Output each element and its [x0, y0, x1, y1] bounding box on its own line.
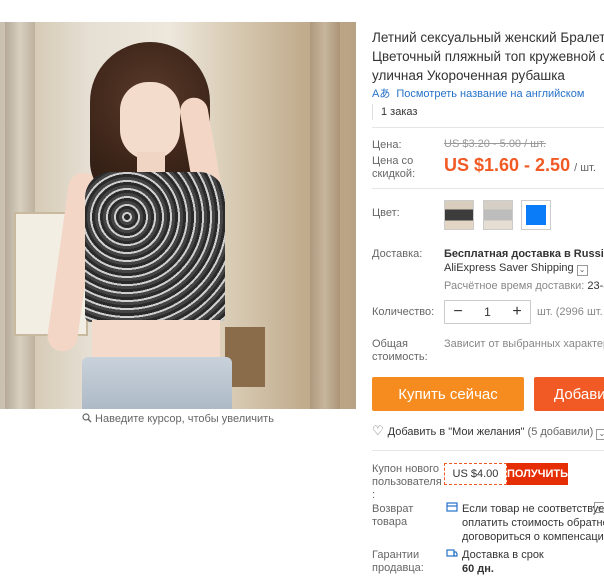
model-face	[120, 82, 180, 160]
delivery-guarantee-icon	[446, 547, 458, 562]
product-image[interactable]	[0, 22, 356, 409]
coupon-amount: US $4.00	[444, 463, 507, 485]
coupon-widget: US $4.00 ПОЛУЧИТЬ	[444, 463, 568, 485]
wishlist-label: Добавить в "Мои желания"	[387, 426, 525, 438]
guarantees-label: Гарантии продавца:	[372, 549, 424, 574]
translate-link-text: Посмотреть название на английском	[396, 88, 585, 100]
top-strip	[0, 0, 604, 6]
color-label: Цвет:	[372, 207, 400, 219]
model-jeans	[82, 357, 232, 409]
wishlist-count: (5 добавили)	[527, 426, 594, 438]
delivery-label: Доставка:	[372, 248, 423, 260]
discount-price: US $1.60 - 2.50/ шт.	[444, 155, 596, 176]
get-coupon-button[interactable]: ПОЛУЧИТЬ	[506, 463, 568, 485]
discount-price-value: US $1.60 - 2.50	[444, 155, 571, 175]
chevron-down-icon[interactable]: ⌄	[594, 502, 604, 513]
returns-label: Возврат товара	[372, 503, 414, 528]
guarantee-days: 60 дн.	[462, 563, 494, 575]
magnifier-icon	[82, 413, 92, 426]
divider	[372, 188, 604, 189]
coupon-label: Купон нового пользователя :	[372, 463, 442, 501]
product-title: Летний сексуальный женский Бралетт Цвето…	[372, 28, 604, 85]
add-to-cart-button[interactable]: Добави	[534, 377, 604, 411]
free-shipping-text: Бесплатная доставка в Russian	[444, 248, 604, 260]
price-label: Цена:	[372, 139, 402, 151]
chevron-down-icon: ⌄	[576, 265, 588, 276]
translate-icon: Aあ	[372, 88, 391, 100]
returns-line: Если товар не соответствует с	[462, 503, 604, 515]
stock-note: шт. (2996 шт.	[537, 306, 603, 318]
returns-text: Если товар не соответствует с оплатить с…	[462, 502, 604, 544]
orders-count: 1 заказ	[372, 104, 417, 120]
chevron-down-icon: ⌄	[596, 429, 604, 440]
total-label: Общая стоимость:	[372, 338, 428, 363]
quantity-input[interactable]: 1	[471, 305, 504, 319]
returns-line: оплатить стоимость обратной	[462, 517, 604, 529]
translate-link[interactable]: Aあ Посмотреть название на английском	[372, 85, 584, 101]
delivery-time-value: 23-3	[587, 280, 604, 292]
product-title-line: Цветочный пляжный топ кружевной с	[372, 49, 604, 64]
delivery-time-label: Расчётное время доставки:	[444, 280, 585, 292]
divider	[372, 450, 604, 451]
quantity-increase-button[interactable]: +	[504, 301, 530, 323]
returns-line: договориться о компенсаци	[462, 531, 604, 543]
quantity-stepper: − 1 +	[444, 300, 531, 324]
returns-icon	[446, 501, 458, 516]
divider	[372, 127, 604, 128]
total-note: Зависит от выбранных характер	[444, 338, 604, 350]
old-price: US $3.20 - 5.00 / шт.	[444, 138, 546, 150]
shipping-service-label: AliExpress Saver Shipping	[444, 262, 574, 274]
curtain-decor	[310, 22, 340, 409]
add-to-wishlist-button[interactable]: ♡ Добавить в "Мои желания" (5 добавили) ⌄	[372, 423, 604, 440]
quantity-label: Количество:	[372, 306, 435, 318]
zoom-hint: Наведите курсор, чтобы увеличить	[0, 413, 356, 426]
shipping-service-select[interactable]: AliExpress Saver Shipping ⌄	[444, 262, 588, 276]
color-swatch-black-lace[interactable]	[444, 200, 474, 230]
lace-top	[85, 172, 225, 322]
product-title-line: Летний сексуальный женский Бралетт	[372, 30, 604, 45]
delivery-time: Расчётное время доставки: 23-3	[444, 280, 604, 292]
guarantee-text: Доставка в срок 60 дн.	[462, 548, 544, 576]
price-unit: / шт.	[574, 162, 596, 174]
heart-icon: ♡	[372, 423, 384, 438]
buy-now-button[interactable]: Купить сейчас	[372, 377, 524, 411]
discount-price-label: Цена со скидкой:	[372, 155, 416, 180]
quantity-decrease-button[interactable]: −	[445, 301, 471, 323]
zoom-hint-text: Наведите курсор, чтобы увеличить	[95, 413, 274, 425]
color-swatch-blue-fill	[526, 205, 546, 225]
color-swatch-blue[interactable]	[521, 200, 551, 230]
color-swatch-grey-lace[interactable]	[483, 200, 513, 230]
guarantee-line: Доставка в срок	[462, 549, 544, 561]
product-title-line: уличная Укороченная рубашка	[372, 68, 565, 83]
